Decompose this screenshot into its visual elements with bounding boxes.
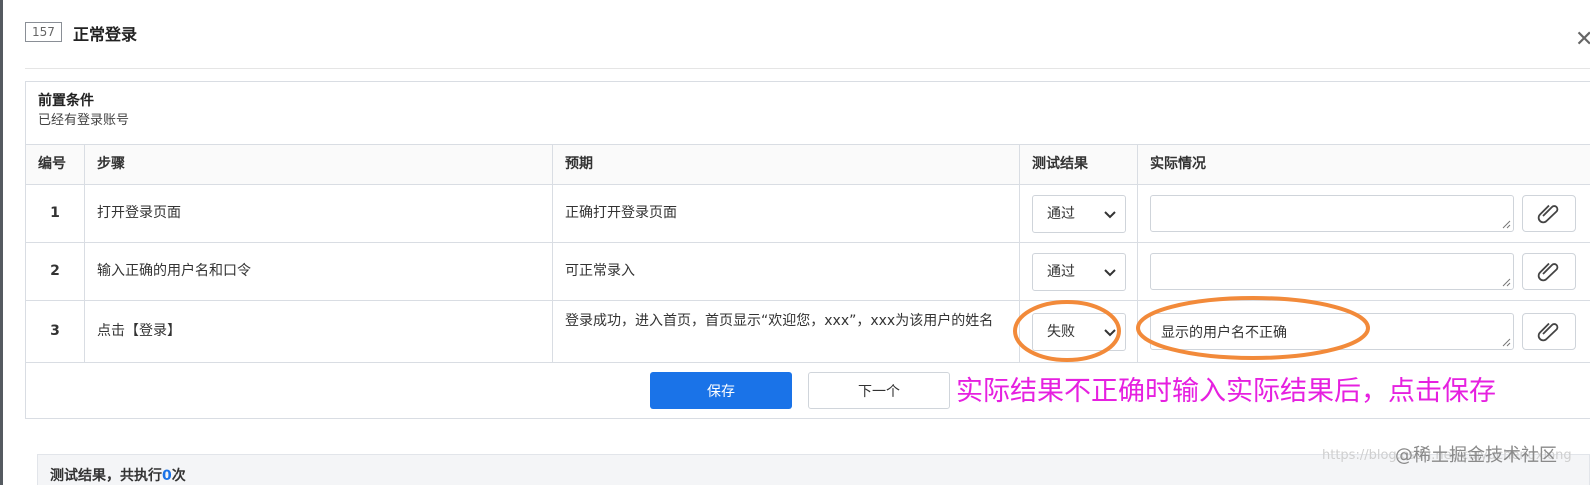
result-select-value: 通过 bbox=[1047, 264, 1075, 280]
result-select[interactable]: 失败 bbox=[1032, 313, 1126, 351]
close-icon[interactable]: ✕ bbox=[1575, 29, 1590, 51]
summary-prefix: 测试结果，共执行 bbox=[50, 468, 162, 484]
actual-result-input[interactable] bbox=[1150, 195, 1514, 232]
attach-file-button[interactable] bbox=[1522, 253, 1576, 290]
next-button[interactable]: 下一个 bbox=[808, 372, 950, 409]
table-row: 3 点击【登录】 登录成功，进入首页，首页显示“欢迎您，xxx”，xxx为该用户… bbox=[26, 301, 1590, 363]
row-number: 1 bbox=[26, 185, 85, 243]
chevron-down-icon bbox=[1104, 211, 1116, 219]
row-expected: 可正常录入 bbox=[553, 243, 1020, 301]
test-result-summary-text: 测试结果，共执行0次 bbox=[50, 465, 186, 485]
precondition-text: 已经有登录账号 bbox=[38, 113, 130, 128]
watermark-brand: @稀土掘金技术社区 bbox=[1395, 445, 1557, 466]
result-select[interactable]: 通过 bbox=[1032, 253, 1126, 291]
test-case-panel: 前置条件 已经有登录账号 编号 步骤 预期 测试结果 实际情况 1 打开登录页面… bbox=[25, 81, 1590, 419]
actual-result-input[interactable] bbox=[1150, 253, 1514, 290]
precondition-title: 前置条件 bbox=[38, 93, 94, 109]
result-select-value: 失败 bbox=[1047, 324, 1075, 340]
summary-suffix: 次 bbox=[171, 468, 186, 484]
row-expected: 正确打开登录页面 bbox=[553, 185, 1020, 243]
case-title: 正常登录 bbox=[73, 25, 138, 44]
annotation-callout-text: 实际结果不正确时输入实际结果后，点击保存 bbox=[956, 376, 1496, 407]
case-id-badge: 157 bbox=[25, 22, 62, 42]
save-button[interactable]: 保存 bbox=[650, 372, 792, 409]
row-number: 3 bbox=[26, 301, 85, 363]
table-row: 1 打开登录页面 正确打开登录页面 通过 bbox=[26, 185, 1590, 243]
result-select-value: 通过 bbox=[1047, 206, 1075, 222]
row-expected: 登录成功，进入首页，首页显示“欢迎您，xxx”，xxx为该用户的姓名 bbox=[553, 301, 1020, 363]
row-step: 打开登录页面 bbox=[85, 185, 553, 243]
chevron-down-icon bbox=[1104, 329, 1116, 337]
column-header-actual: 实际情况 bbox=[1138, 145, 1590, 185]
column-header-number: 编号 bbox=[26, 145, 85, 185]
execution-count: 0 bbox=[162, 468, 172, 484]
column-header-expected: 预期 bbox=[553, 145, 1020, 185]
attach-file-button[interactable] bbox=[1522, 195, 1576, 232]
resize-grip-icon bbox=[1502, 338, 1511, 347]
paperclip-icon bbox=[1537, 204, 1559, 224]
actual-result-input[interactable]: 显示的用户名不正确 bbox=[1150, 313, 1514, 350]
column-header-step: 步骤 bbox=[85, 145, 553, 185]
attach-file-button[interactable] bbox=[1522, 313, 1576, 350]
row-step: 输入正确的用户名和口令 bbox=[85, 243, 553, 301]
resize-grip-icon bbox=[1502, 278, 1511, 287]
result-select[interactable]: 通过 bbox=[1032, 195, 1126, 233]
column-header-result: 测试结果 bbox=[1020, 145, 1138, 185]
dialog-header: 157 正常登录 ✕ bbox=[25, 18, 1590, 51]
row-step: 点击【登录】 bbox=[85, 301, 553, 363]
steps-table-header: 编号 步骤 预期 测试结果 实际情况 bbox=[26, 145, 1590, 185]
actual-result-value: 显示的用户名不正确 bbox=[1161, 325, 1287, 341]
table-row: 2 输入正确的用户名和口令 可正常录入 通过 bbox=[26, 243, 1590, 301]
paperclip-icon bbox=[1537, 262, 1559, 282]
left-edge-bar bbox=[0, 0, 3, 485]
precondition-section: 前置条件 已经有登录账号 bbox=[26, 82, 1590, 145]
paperclip-icon bbox=[1537, 322, 1559, 342]
resize-grip-icon bbox=[1502, 220, 1511, 229]
chevron-down-icon bbox=[1104, 269, 1116, 277]
header-divider bbox=[25, 68, 1590, 69]
row-number: 2 bbox=[26, 243, 85, 301]
